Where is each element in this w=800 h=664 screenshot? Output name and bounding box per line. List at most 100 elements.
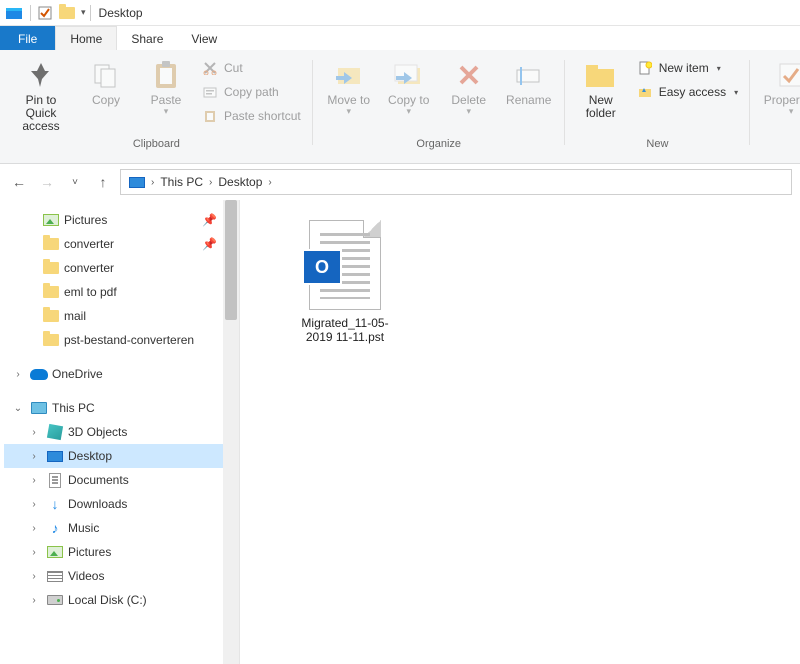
nav-scroll-thumb[interactable] [225, 200, 237, 320]
tab-view[interactable]: View [177, 26, 231, 50]
copy-path-button[interactable]: Copy path [198, 82, 305, 102]
chevron-right-icon[interactable]: › [26, 571, 42, 582]
tree-item-documents[interactable]: › Documents [4, 468, 239, 492]
tree-item-3d-objects[interactable]: › 3D Objects [4, 420, 239, 444]
tree-item-local-disk-c[interactable]: › Local Disk (C:) [4, 588, 239, 612]
pin-icon: 📌 [202, 213, 217, 227]
tree-item-converter[interactable]: converter 📌 [4, 232, 239, 256]
chevron-right-icon[interactable]: › [26, 547, 42, 558]
tab-share[interactable]: Share [117, 26, 177, 50]
tree-item-eml-to-pdf[interactable]: eml to pdf [4, 280, 239, 304]
chevron-right-icon[interactable]: › [26, 451, 42, 462]
paste-shortcut-button[interactable]: Paste shortcut [198, 106, 305, 126]
folder-icon [42, 283, 60, 301]
chevron-right-icon[interactable]: › [26, 523, 42, 534]
ribbon-group-clipboard: Pin to Quick access Copy Paste ▾ Cut [0, 56, 313, 163]
cut-label: Cut [224, 61, 243, 75]
nav-up-button[interactable]: ↑ [92, 171, 114, 193]
folder-icon [42, 331, 60, 349]
rename-label: Rename [506, 94, 551, 107]
file-list-area[interactable]: O Migrated_11-05-2019 11-11.pst [240, 200, 800, 664]
easy-access-label: Easy access [659, 85, 726, 99]
cut-button[interactable]: Cut [198, 58, 305, 78]
tree-item-pictures-pc[interactable]: › Pictures [4, 540, 239, 564]
properties-button[interactable]: Properties ▾ [758, 56, 800, 117]
nav-scrollbar[interactable] [223, 200, 239, 664]
chevron-right-icon[interactable]: › [26, 427, 42, 438]
breadcrumb-root-icon[interactable] [125, 177, 149, 188]
breadcrumb-sep[interactable]: › [266, 177, 273, 188]
copy-label: Copy [92, 94, 120, 107]
tree-item-videos[interactable]: › Videos [4, 564, 239, 588]
rename-button[interactable]: Rename [501, 56, 557, 107]
new-item-button[interactable]: New item▾ [633, 58, 742, 78]
tab-home[interactable]: Home [55, 26, 117, 50]
copy-button[interactable]: Copy [78, 56, 134, 107]
pin-to-quick-access-button[interactable]: Pin to Quick access [8, 56, 74, 134]
pin-label: Pin to Quick access [10, 94, 72, 134]
folder-icon [42, 259, 60, 277]
new-item-icon [637, 60, 653, 76]
file-item-pst[interactable]: O Migrated_11-05-2019 11-11.pst [290, 220, 400, 345]
delete-button[interactable]: Delete ▾ [441, 56, 497, 117]
3d-objects-icon [46, 423, 64, 441]
paste-icon [154, 58, 178, 92]
group-label-organize: Organize [416, 136, 461, 150]
move-to-button[interactable]: Move to ▾ [321, 56, 377, 117]
tree-item-downloads[interactable]: › ↓ Downloads [4, 492, 239, 516]
address-bar[interactable]: › This PC › Desktop › [120, 169, 792, 195]
titlebar-separator [90, 5, 91, 21]
chevron-right-icon[interactable]: › [26, 475, 42, 486]
documents-icon [46, 471, 64, 489]
tree-item-mail[interactable]: mail [4, 304, 239, 328]
chevron-right-icon[interactable]: › [26, 595, 42, 606]
explorer-icon [4, 3, 24, 23]
paste-button[interactable]: Paste ▾ [138, 56, 194, 117]
tree-item-pictures[interactable]: Pictures 📌 [4, 208, 239, 232]
delete-icon [457, 58, 481, 92]
file-thumbnail: O [309, 220, 381, 310]
ribbon-group-open: Properties ▾ Open▾ Edit History Open [750, 56, 800, 163]
tab-file[interactable]: File [0, 26, 55, 50]
tree-label: Music [68, 521, 99, 535]
tree-label: Downloads [68, 497, 127, 511]
tree-item-pst-bestand[interactable]: pst-bestand-converteren [4, 328, 239, 352]
tree-item-this-pc[interactable]: ⌄ This PC [4, 396, 239, 420]
chevron-right-icon[interactable]: › [10, 369, 26, 380]
desktop-icon [129, 177, 145, 188]
tree-label: pst-bestand-converteren [64, 333, 194, 347]
folder-icon [42, 307, 60, 325]
qat-customize-dropdown[interactable]: ▾ [81, 7, 86, 18]
tree-label: Videos [68, 569, 104, 583]
pin-icon [27, 58, 55, 92]
chevron-right-icon[interactable]: › [26, 499, 42, 510]
breadcrumb-sep[interactable]: › [207, 177, 214, 188]
qat-properties-icon[interactable] [35, 3, 55, 23]
nav-recent-dropdown[interactable]: ˅ [64, 171, 86, 193]
tree-item-onedrive[interactable]: › OneDrive [4, 362, 239, 386]
tree-item-converter-2[interactable]: converter [4, 256, 239, 280]
file-name-label: Migrated_11-05-2019 11-11.pst [290, 316, 400, 345]
tree-item-desktop[interactable]: › Desktop [4, 444, 239, 468]
drive-icon [46, 591, 64, 609]
move-to-icon [334, 58, 364, 92]
easy-access-button[interactable]: Easy access▾ [633, 82, 742, 102]
tree-label: 3D Objects [68, 425, 127, 439]
properties-label: Properties [764, 94, 800, 107]
nav-forward-button[interactable]: → [36, 171, 58, 193]
breadcrumb-desktop[interactable]: Desktop [214, 175, 266, 189]
tree-label: Desktop [68, 449, 112, 463]
new-folder-button[interactable]: New folder [573, 56, 629, 120]
chevron-down-icon[interactable]: ⌄ [10, 403, 26, 414]
qat-newfolder-icon[interactable] [57, 3, 77, 23]
ribbon-group-organize: Move to ▾ Copy to ▾ Delete ▾ Rename Orga… [313, 56, 565, 163]
nav-back-button[interactable]: ← [8, 171, 30, 193]
pictures-icon [42, 211, 60, 229]
tree-item-music[interactable]: › ♪ Music [4, 516, 239, 540]
paste-shortcut-label: Paste shortcut [224, 109, 301, 123]
videos-icon [46, 567, 64, 585]
group-label-clipboard: Clipboard [133, 136, 180, 150]
copy-to-button[interactable]: Copy to ▾ [381, 56, 437, 117]
breadcrumb-sep[interactable]: › [149, 177, 156, 188]
breadcrumb-this-pc[interactable]: This PC [156, 175, 207, 189]
